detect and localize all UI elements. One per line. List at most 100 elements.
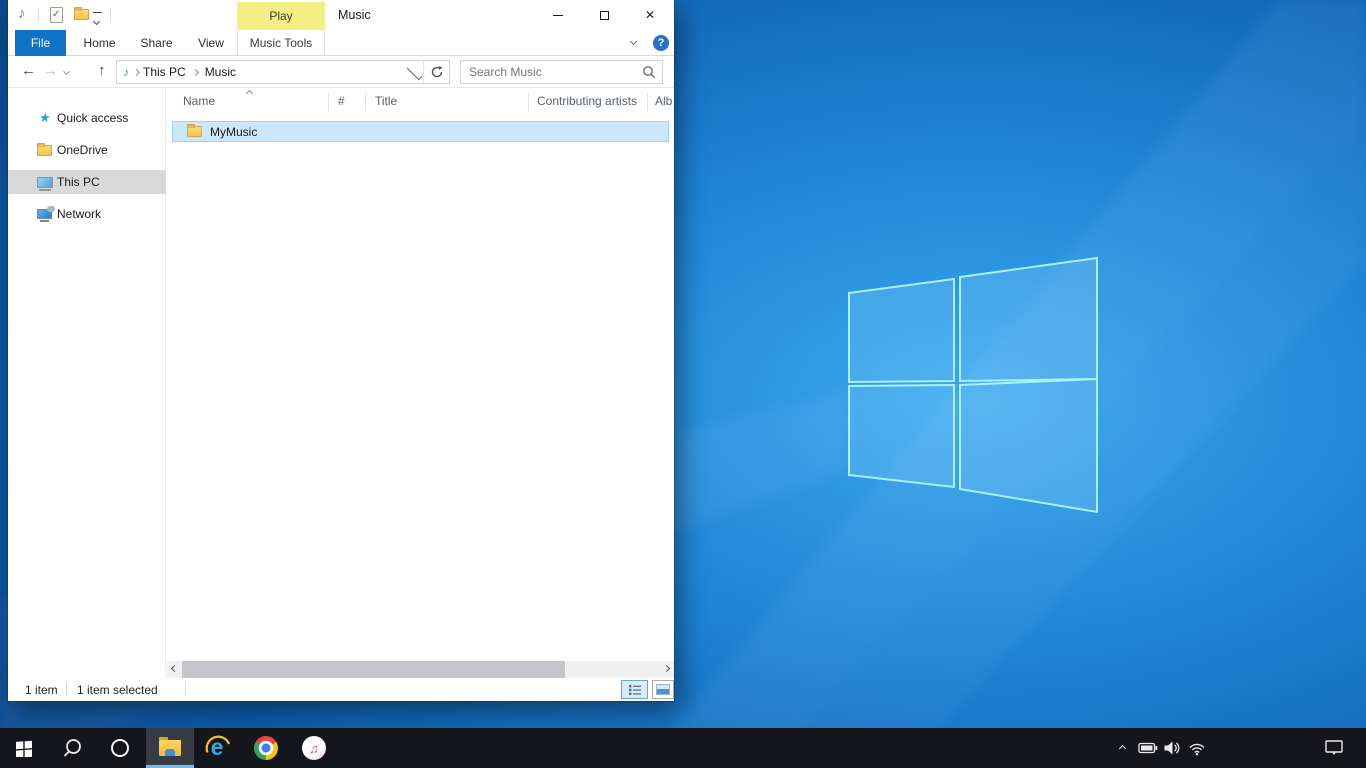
windows-start-icon [15,739,33,757]
forward-button[interactable]: → [43,62,58,79]
selected-count: 1 item selected [77,683,158,697]
maximize-icon [600,11,609,20]
chevron-down-icon [93,18,100,25]
close-button[interactable]: ✕ [627,0,673,30]
column-header-number[interactable]: # [338,94,345,108]
window-title: Music [338,0,371,30]
column-divider[interactable] [365,93,366,111]
column-header-contributing-artists[interactable]: Contributing artists [537,94,637,108]
taskbar-itunes-button[interactable]: ♫ [290,728,338,768]
sidebar-item-this-pc[interactable]: This PC [8,170,166,194]
status-bar: 1 item 1 item selected [8,678,674,701]
qat-new-folder-button[interactable] [74,9,89,20]
cortana-circle-icon [110,738,130,758]
large-icons-view-icon [656,684,670,695]
file-explorer-icon [159,740,181,756]
column-divider[interactable] [528,93,529,111]
this-pc-monitor-icon [36,174,53,190]
minimize-icon [553,15,563,16]
sidebar-item-label: Network [57,207,101,221]
file-row-mymusic[interactable]: MyMusic [172,121,669,142]
tray-expand-button[interactable] [1110,728,1134,768]
chrome-icon [254,736,278,760]
search-icon [642,65,656,79]
details-view-button[interactable] [621,680,648,699]
taskbar-file-explorer-button[interactable] [146,728,194,768]
address-dropdown-chevron-icon[interactable] [407,64,423,80]
sort-ascending-icon [246,90,253,97]
navigation-pane: ★ Quick access OneDrive This PC Network [8,88,166,678]
column-header-album[interactable]: Alb [655,94,672,108]
recent-locations-chevron-icon[interactable] [63,68,70,75]
tray-volume-button[interactable] [1160,728,1184,768]
internet-explorer-icon: e [205,735,231,761]
column-divider[interactable] [647,93,648,111]
contextual-tab-group-header: Play [237,2,325,30]
address-bar[interactable]: ♪ This PC Music [116,60,450,84]
folder-icon [187,126,202,137]
refresh-icon [430,65,444,79]
search-icon [61,737,83,759]
sidebar-item-onedrive[interactable]: OneDrive [8,138,166,162]
check-icon: ✓ [52,9,60,20]
divider [110,8,111,22]
titlebar: ♪ ✓ Play Music ✕ [8,0,674,30]
divider [185,682,186,696]
action-center-button[interactable] [1320,728,1348,768]
app-music-note-icon: ♪ [18,5,26,22]
minimize-button[interactable] [535,0,581,30]
network-icon [36,206,53,222]
scroll-left-icon[interactable] [171,665,178,672]
ribbon-tab-row: File Home Share View Music Tools ? [8,30,674,56]
qat-customize-button[interactable] [93,12,102,27]
sidebar-item-network[interactable]: Network [8,202,166,226]
desktop: ♪ ✓ Play Music ✕ File Home Share View Mu… [0,0,1366,768]
horizontal-scrollbar[interactable] [167,661,674,678]
sidebar-item-label: Quick access [57,111,128,125]
file-name: MyMusic [210,125,257,139]
windows-logo [849,258,1097,512]
divider [38,8,39,22]
cortana-button[interactable] [96,728,144,768]
taskbar-internet-explorer-button[interactable]: e [194,728,242,768]
quick-access-star-icon: ★ [36,110,53,126]
explorer-window: ♪ ✓ Play Music ✕ File Home Share View Mu… [8,0,674,701]
large-icons-view-button[interactable] [652,680,674,699]
tab-file[interactable]: File [15,30,66,56]
maximize-button[interactable] [581,0,627,30]
breadcrumb-this-pc[interactable]: This PC [143,65,186,79]
help-button[interactable]: ? [653,35,669,51]
address-toolbar: ← → ↑ ♪ This PC Music [8,56,674,88]
itunes-icon: ♫ [302,736,326,760]
speaker-icon [1163,740,1181,756]
start-button[interactable] [0,728,48,768]
column-divider[interactable] [328,93,329,111]
back-button[interactable]: ← [21,62,36,79]
breadcrumb-music[interactable]: Music [205,65,236,79]
action-center-icon [1325,740,1343,756]
search-box[interactable] [460,60,663,84]
tab-view[interactable]: View [185,30,237,56]
tab-home[interactable]: Home [71,30,128,56]
ribbon-collapse-chevron-icon[interactable] [630,38,637,45]
taskbar: e ♫ [0,728,1366,768]
details-view-icon [628,684,642,696]
tray-network-button[interactable] [1184,728,1210,768]
scrollbar-thumb[interactable] [182,661,565,678]
sidebar-item-label: This PC [57,175,100,189]
column-header-name[interactable]: Name [183,94,215,108]
refresh-button[interactable] [423,61,449,83]
scroll-right-icon[interactable] [663,665,670,672]
qat-properties-button[interactable]: ✓ [50,7,63,23]
up-button[interactable]: ↑ [98,62,106,79]
divider [66,682,67,696]
sidebar-item-quick-access[interactable]: ★ Quick access [8,106,166,130]
tray-battery-button[interactable] [1136,728,1160,768]
item-count: 1 item [25,683,58,697]
tab-music-tools[interactable]: Music Tools [237,30,325,56]
search-input[interactable] [461,61,662,83]
column-header-title[interactable]: Title [375,94,397,108]
tab-share[interactable]: Share [128,30,185,56]
taskbar-chrome-button[interactable] [242,728,290,768]
taskbar-search-button[interactable] [48,728,96,768]
